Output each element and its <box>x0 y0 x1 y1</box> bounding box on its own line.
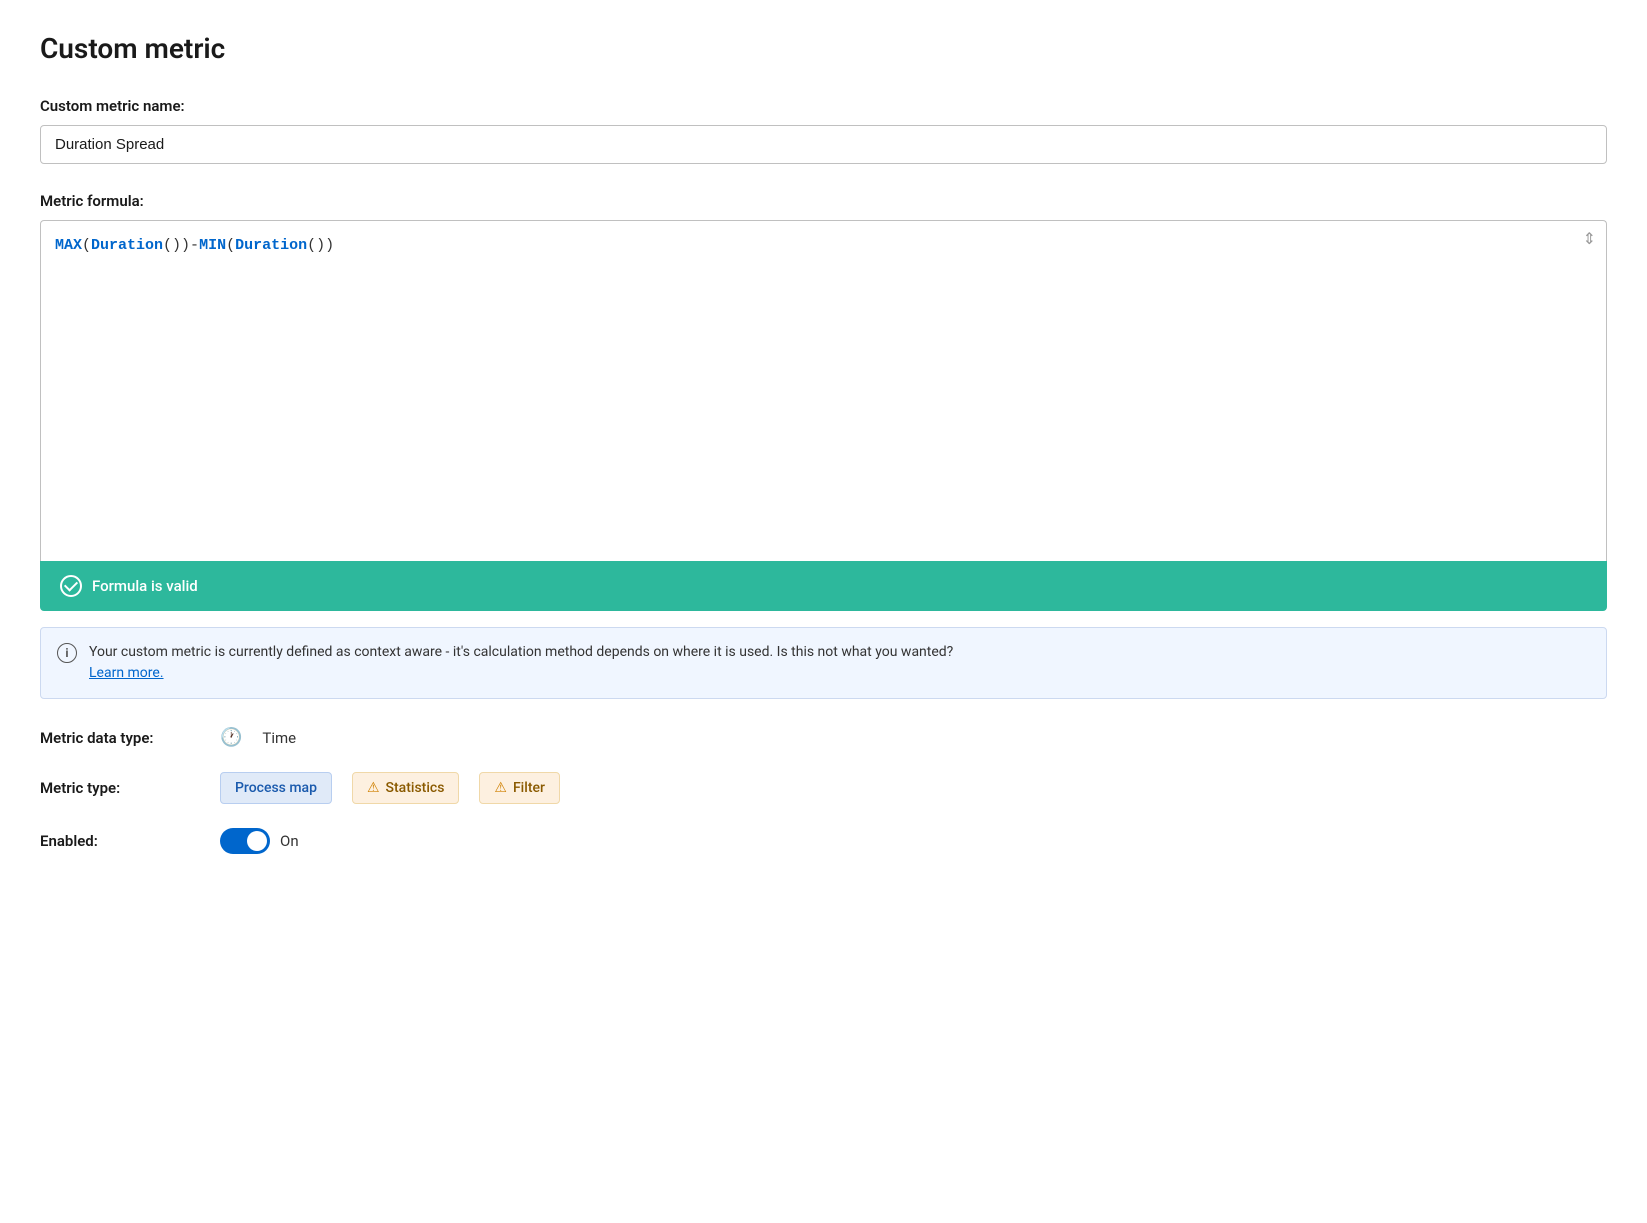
info-icon: i <box>57 643 77 663</box>
process-map-label: Process map <box>235 780 317 796</box>
statistics-warning-icon: ⚠ <box>367 780 380 796</box>
data-type-value: Time <box>262 729 296 747</box>
formula-label: Metric formula: <box>40 192 1607 210</box>
enabled-toggle[interactable] <box>220 828 270 854</box>
filter-label: Filter <box>513 780 545 796</box>
duration1-keyword: Duration <box>91 237 163 254</box>
statistics-label: Statistics <box>386 780 445 796</box>
name-field-section: Custom metric name: <box>40 97 1607 192</box>
name-label: Custom metric name: <box>40 97 1607 115</box>
max-keyword: MAX <box>55 237 82 254</box>
formula-valid-banner: Formula is valid <box>40 561 1607 611</box>
formula-content[interactable]: MAX(Duration())-MIN(Duration()) <box>41 221 1606 561</box>
page-title: Custom metric <box>40 32 1607 65</box>
info-text: Your custom metric is currently defined … <box>89 642 953 684</box>
enabled-label: Enabled: <box>40 832 200 850</box>
valid-message: Formula is valid <box>92 577 198 595</box>
min-keyword: MIN <box>199 237 226 254</box>
metric-type-filter[interactable]: ⚠ Filter <box>479 772 560 804</box>
enabled-state-label: On <box>280 832 299 850</box>
metric-type-row: Metric type: Process map ⚠ Statistics ⚠ … <box>40 772 1607 804</box>
learn-more-link[interactable]: Learn more. <box>89 665 164 681</box>
formula-section: Metric formula: MAX(Duration())-MIN(Dura… <box>40 192 1607 611</box>
formula-editor[interactable]: MAX(Duration())-MIN(Duration()) ⇕ <box>40 220 1607 561</box>
metric-type-statistics[interactable]: ⚠ Statistics <box>352 772 459 804</box>
duration2-keyword: Duration <box>235 237 307 254</box>
metric-type-label: Metric type: <box>40 779 200 797</box>
data-type-row: Metric data type: 🕐 Time <box>40 727 1607 748</box>
enabled-row: Enabled: On <box>40 828 1607 854</box>
toggle-slider <box>220 828 270 854</box>
context-aware-info-box: i Your custom metric is currently define… <box>40 627 1607 699</box>
filter-warning-icon: ⚠ <box>494 780 507 796</box>
valid-check-icon <box>60 575 82 597</box>
metric-type-process-map[interactable]: Process map <box>220 772 332 804</box>
metric-name-input[interactable] <box>40 125 1607 164</box>
resize-handle-icon[interactable]: ⇕ <box>1583 229 1596 248</box>
clock-icon: 🕐 <box>220 727 242 748</box>
enabled-toggle-container: On <box>220 828 299 854</box>
data-type-label: Metric data type: <box>40 729 200 747</box>
